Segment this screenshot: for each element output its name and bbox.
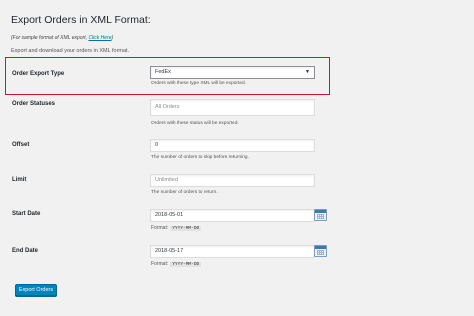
order-export-type-select[interactable]: FedEx ▼ xyxy=(150,66,315,79)
end-date-label: End Date xyxy=(12,248,39,254)
calendar-icon-grid xyxy=(317,214,324,219)
end-date-input[interactable]: 2018-05-17 xyxy=(150,245,315,258)
page-title: Export Orders in XML Format: xyxy=(11,14,151,26)
start-date-label: Start Date xyxy=(12,211,41,217)
export-orders-panel: Export Orders in XML Format: (For sample… xyxy=(0,0,474,316)
offset-value: 0 xyxy=(155,142,159,148)
offset-help: The number of orders to skip before retu… xyxy=(151,155,249,160)
calendar-icon[interactable] xyxy=(314,245,327,257)
calendar-icon-grid xyxy=(317,250,324,255)
sample-note-prefix: (For sample format of XML export, xyxy=(11,35,89,41)
end-date-format: Format: YYYY-MM-DD xyxy=(151,261,202,267)
offset-label: Offset xyxy=(12,142,30,148)
order-statuses-label: Order Statuses xyxy=(12,101,56,107)
offset-input[interactable]: 0 xyxy=(150,139,315,152)
start-date-value: 2018-05-01 xyxy=(155,212,184,218)
start-date-format-label: Format: xyxy=(151,225,169,231)
sample-note: (For sample format of XML export, Click … xyxy=(11,35,113,41)
page-description: Export and download your orders in XML f… xyxy=(11,48,130,54)
order-export-type-value: FedEx xyxy=(155,69,171,75)
end-date-format-label: Format: xyxy=(151,261,169,267)
order-statuses-input[interactable]: All Orders xyxy=(150,99,315,116)
order-export-type-label: Order Export Type xyxy=(12,71,65,77)
calendar-icon[interactable] xyxy=(314,209,327,221)
export-orders-button[interactable]: Export Orders xyxy=(15,284,57,296)
start-date-format: Format: YYYY-MM-DD xyxy=(151,225,202,231)
calendar-icon-header xyxy=(315,210,326,213)
sample-note-suffix: ) xyxy=(111,35,114,41)
order-statuses-help: Orders with these status will be exporte… xyxy=(151,121,239,126)
order-statuses-placeholder: All Orders xyxy=(155,104,180,110)
start-date-format-value: YYYY-MM-DD xyxy=(170,226,202,231)
end-date-format-value: YYYY-MM-DD xyxy=(170,262,202,267)
limit-label: Limit xyxy=(12,177,27,183)
start-date-input[interactable]: 2018-05-01 xyxy=(150,209,315,222)
limit-input[interactable]: Unlimited xyxy=(150,174,315,187)
end-date-value: 2018-05-17 xyxy=(155,248,184,254)
calendar-icon-header xyxy=(315,246,326,249)
limit-help: The number of orders to return. xyxy=(151,190,218,195)
chevron-down-icon: ▼ xyxy=(305,69,310,75)
limit-placeholder: Unlimited xyxy=(155,177,178,183)
sample-link[interactable]: Click Here xyxy=(88,35,111,41)
order-export-type-help: Orders with these type XML will be expor… xyxy=(151,81,247,86)
